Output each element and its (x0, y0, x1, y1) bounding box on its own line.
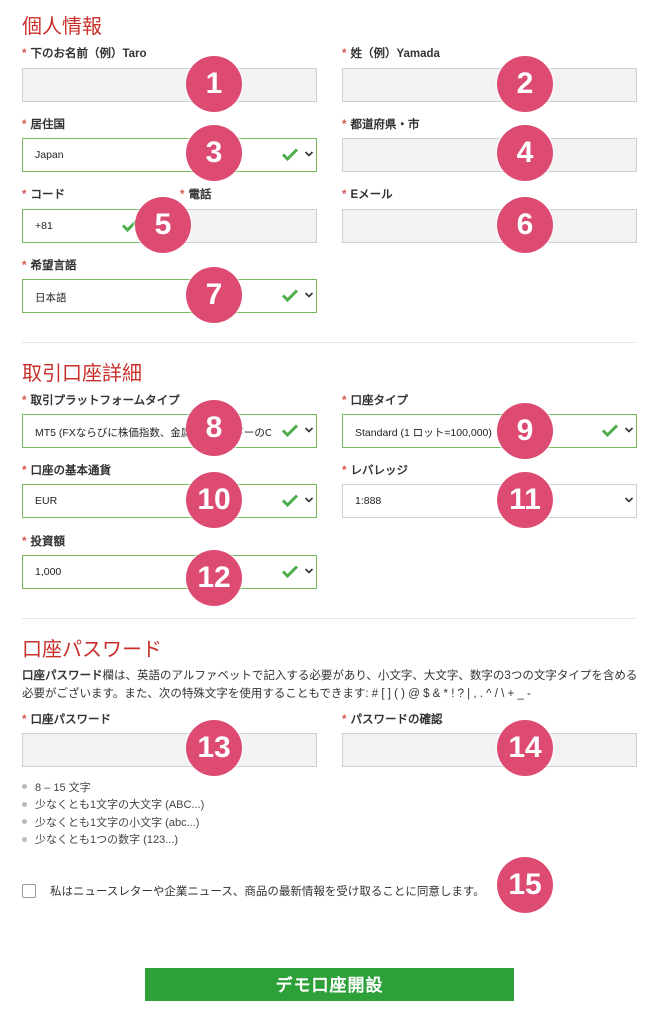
check-icon (281, 565, 299, 579)
investment-select[interactable]: 1,000 (22, 555, 317, 589)
section-title-password: 口座パスワード (22, 639, 162, 661)
annotation-badge: 4 (497, 125, 553, 181)
account-type-value: Standard (1 ロット=100,000) (355, 427, 492, 439)
check-icon (281, 494, 299, 508)
code-value: +81 (35, 220, 53, 232)
annotation-badge: 5 (135, 197, 191, 253)
annotation-badge: 3 (186, 125, 242, 181)
password-label: * 口座パスワード (22, 714, 111, 726)
phone-input[interactable] (180, 209, 317, 243)
annotation-badge: 8 (186, 400, 242, 456)
investment-label: * 投資額 (22, 536, 65, 548)
prefecture-input[interactable] (342, 138, 637, 172)
first-name-label: * 下のお名前（例）Taro (22, 48, 147, 60)
annotation-badge: 6 (497, 197, 553, 253)
leverage-select[interactable]: 1:888 (342, 484, 637, 518)
account-type-select[interactable]: Standard (1 ロット=100,000) (342, 414, 637, 448)
password-input[interactable] (22, 733, 317, 767)
code-label: * コード (22, 189, 65, 201)
section-title-trading: 取引口座詳細 (22, 363, 142, 385)
list-item: 少なくとも1文字の小文字 (abc...) (22, 813, 204, 831)
annotation-badge: 9 (497, 403, 553, 459)
password-description: 口座パスワード欄は、英語のアルファベットで記入する必要があり、小文字、大文字、数… (22, 670, 638, 700)
check-icon (281, 289, 299, 303)
list-item: 少なくとも1つの数字 (123...) (22, 831, 204, 849)
currency-label: * 口座の基本通貨 (22, 465, 111, 477)
chevron-down-icon (304, 292, 314, 298)
check-icon (281, 148, 299, 162)
section-divider (22, 342, 636, 343)
first-name-input[interactable] (22, 68, 317, 102)
last-name-label: * 姓（例）Yamada (342, 48, 440, 60)
password-confirm-label: * パスワードの確認 (342, 714, 443, 726)
chevron-down-icon (304, 151, 314, 157)
annotation-badge: 15 (497, 857, 553, 913)
annotation-badge: 11 (497, 472, 553, 528)
investment-value: 1,000 (35, 566, 62, 578)
phone-label: * 電話 (180, 189, 212, 201)
country-label: * 居住国 (22, 119, 65, 131)
annotation-badge: 2 (497, 56, 553, 112)
leverage-value: 1:888 (355, 495, 382, 507)
password-confirm-input[interactable] (342, 733, 637, 767)
newsletter-checkbox[interactable] (22, 884, 36, 898)
annotation-badge: 12 (186, 550, 242, 606)
language-label: * 希望言語 (22, 260, 77, 272)
last-name-input[interactable] (342, 68, 637, 102)
platform-select[interactable]: MT5 (FXならびに株価指数、金属、エネルギーのCFD (22, 414, 317, 448)
list-item: 8 – 15 文字 (22, 778, 204, 796)
account-type-label: * 口座タイプ (342, 395, 408, 407)
chevron-down-icon (304, 568, 314, 574)
email-label: * Eメール (342, 189, 393, 201)
annotation-badge: 1 (186, 56, 242, 112)
currency-select[interactable]: EUR (22, 484, 317, 518)
country-value: Japan (35, 149, 64, 161)
email-input[interactable] (342, 209, 637, 243)
annotation-badge: 10 (186, 472, 242, 528)
section-divider (22, 618, 636, 619)
annotation-badge: 7 (186, 267, 242, 323)
leverage-label: * レバレッジ (342, 465, 408, 477)
check-icon (601, 424, 619, 438)
currency-value: EUR (35, 495, 58, 507)
platform-label: * 取引プラットフォームタイプ (22, 395, 180, 407)
language-value: 日本語 (35, 292, 67, 304)
chevron-down-icon (624, 497, 634, 503)
list-item: 少なくとも1文字の大文字 (ABC...) (22, 796, 204, 814)
check-icon (281, 424, 299, 438)
section-title-personal: 個人情報 (22, 16, 102, 38)
password-rules-list: 8 – 15 文字 少なくとも1文字の大文字 (ABC...) 少なくとも1文字… (22, 778, 204, 848)
language-select[interactable]: 日本語 (22, 279, 317, 313)
country-select[interactable]: Japan (22, 138, 317, 172)
chevron-down-icon (624, 427, 634, 433)
prefecture-label: * 都道府県・市 (342, 119, 420, 131)
chevron-down-icon (304, 427, 314, 433)
chevron-down-icon (304, 497, 314, 503)
annotation-badge: 13 (186, 720, 242, 776)
annotation-badge: 14 (497, 720, 553, 776)
newsletter-consent-label: 私はニュースレターや企業ニュース、商品の最新情報を受け取ることに同意します。 (50, 886, 485, 898)
open-demo-account-button[interactable]: デモ口座開設 (145, 968, 514, 1001)
